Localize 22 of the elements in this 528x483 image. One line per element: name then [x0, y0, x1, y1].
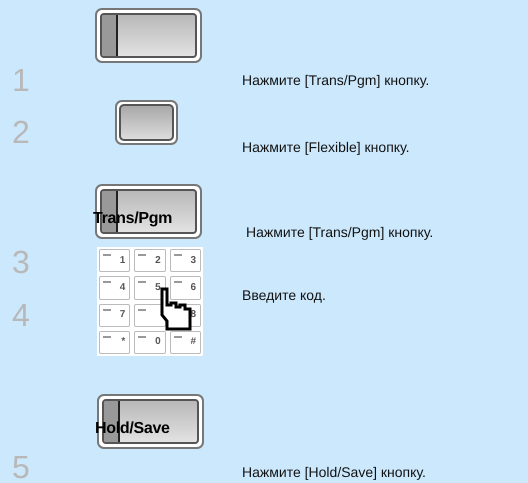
key-digit: 6 — [190, 282, 196, 293]
key-digit: 7 — [120, 310, 126, 320]
key-digit: 2 — [155, 256, 161, 266]
step-number: 5 — [12, 453, 30, 481]
step-instruction: Нажмите [Flexible] кнопку. — [242, 139, 410, 155]
step-instruction: Введите код. — [242, 287, 326, 303]
step-number: 2 — [12, 118, 30, 146]
step-instruction: Нажмите [Trans/Pgm] кнопку. — [246, 224, 434, 240]
step-number: 4 — [12, 301, 30, 329]
step-number: 3 — [12, 248, 30, 276]
step-instruction: Нажмите [Trans/Pgm] кнопку. — [242, 72, 430, 88]
key-digit: * — [121, 337, 126, 348]
key-digit: 0 — [155, 337, 161, 348]
key-digit: 3 — [190, 256, 196, 266]
key-stripe — [102, 15, 118, 56]
key-digit: 1 — [120, 256, 126, 266]
key-digit: 4 — [120, 282, 126, 293]
key-digit: 5 — [155, 282, 161, 293]
key-digit: # — [190, 337, 196, 348]
step-instruction: Нажмите [Hold/Save] кнопку. — [242, 464, 426, 480]
step-number: 1 — [12, 66, 30, 94]
hardware-key — [115, 100, 178, 145]
